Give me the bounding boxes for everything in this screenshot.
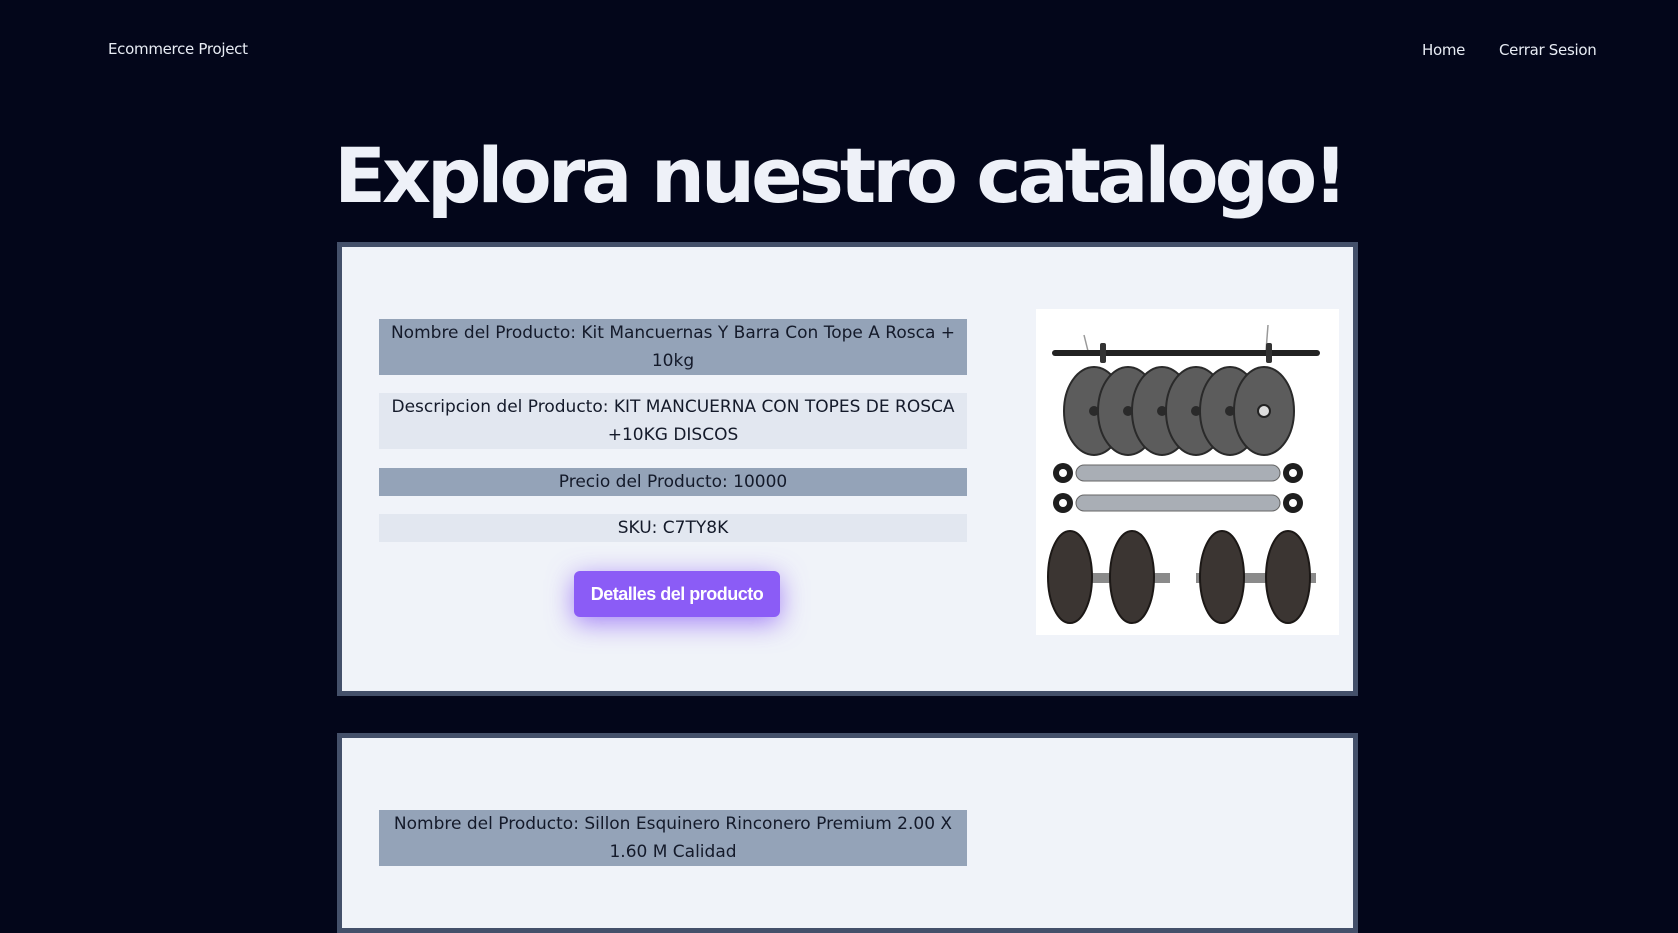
- product-sku: SKU: C7TY8K: [379, 514, 967, 542]
- dumbbell-kit-image: [1036, 309, 1339, 635]
- dumbbell-kit-illustration: [1047, 324, 1320, 624]
- product-card: Nombre del Producto: Sillon Esquinero Ri…: [337, 733, 1358, 933]
- product-name: Nombre del Producto: Kit Mancuernas Y Ba…: [379, 319, 967, 375]
- page-title: Explora nuestro catalogo!: [334, 131, 1348, 220]
- brand-logo-text[interactable]: Ecommerce Project: [108, 40, 248, 58]
- product-details-button[interactable]: Detalles del producto: [574, 571, 780, 617]
- navbar: Ecommerce Project Home Cerrar Sesion: [0, 0, 1678, 100]
- product-description: Descripcion del Producto: KIT MANCUERNA …: [379, 393, 967, 449]
- product-name: Nombre del Producto: Sillon Esquinero Ri…: [379, 810, 967, 866]
- product-card: Nombre del Producto: Kit Mancuernas Y Ba…: [337, 242, 1358, 696]
- nav-home-link[interactable]: Home: [1422, 41, 1465, 59]
- product-price: Precio del Producto: 10000: [379, 468, 967, 496]
- nav-logout-link[interactable]: Cerrar Sesion: [1499, 41, 1597, 59]
